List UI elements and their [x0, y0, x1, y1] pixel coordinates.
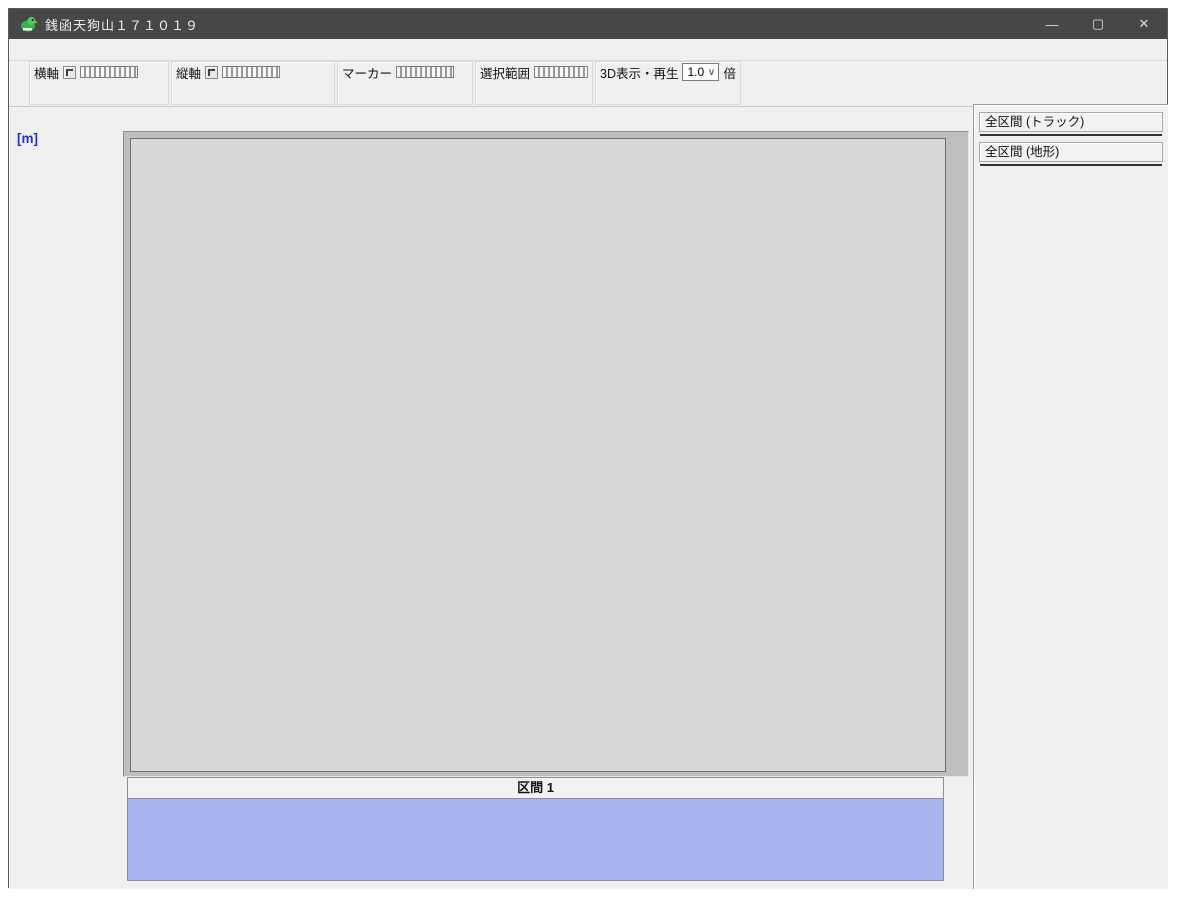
playback-speed-select[interactable]: 1.0 ∨: [682, 63, 719, 81]
close-button[interactable]: ✕: [1121, 9, 1167, 39]
toolbar-group-playback: 3D表示・再生 1.0 ∨ 倍: [595, 61, 741, 105]
stats-panel: 全区間 (トラック) 全区間 (地形): [973, 104, 1168, 889]
haxis-mini-button[interactable]: [63, 66, 76, 79]
stats-header-track: 全区間 (トラック): [979, 112, 1163, 132]
toolbar: 横軸 縦軸 マーカー 選択範囲: [9, 61, 1167, 107]
playback-speed-unit: 倍: [723, 63, 736, 82]
menu-bar: [9, 39, 1167, 61]
marker-slider[interactable]: [396, 66, 454, 78]
y-axis: [9, 131, 123, 781]
haxis-slider[interactable]: [80, 66, 138, 78]
elevation-plot[interactable]: [130, 138, 946, 772]
section-header: 区間 1: [127, 777, 944, 799]
toolbar-group-vaxis: 縦軸: [171, 61, 335, 105]
app-window: 銭函天狗山１７１０１９ — ▢ ✕ 横軸 縦軸 マーカ: [8, 8, 1168, 888]
plot-frame: [123, 131, 969, 777]
haxis-label: 横軸: [34, 63, 59, 82]
vaxis-label: 縦軸: [176, 63, 201, 82]
chart-area: [m] 区間 1 全区間 (トラック) 全区間 (地形): [9, 107, 1167, 889]
playback-speed-value: 1.0: [683, 65, 704, 79]
window-title: 銭函天狗山１７１０１９: [45, 15, 199, 34]
vaxis-mini-button[interactable]: [205, 66, 218, 79]
section-panel: 区間 1: [9, 777, 969, 887]
playback-label: 3D表示・再生: [600, 63, 678, 82]
stats-table-track: [980, 134, 1162, 136]
stats-header-terrain: 全区間 (地形): [979, 142, 1163, 162]
toolbar-group-marker: マーカー: [337, 61, 473, 105]
app-icon: [19, 15, 37, 33]
marker-label: マーカー: [342, 63, 392, 82]
stats-table-terrain: [980, 164, 1162, 166]
maximize-button[interactable]: ▢: [1075, 9, 1121, 39]
toolbar-group-haxis: 横軸: [29, 61, 169, 105]
chevron-down-icon: ∨: [704, 67, 718, 78]
selection-slider[interactable]: [534, 66, 588, 78]
toolbar-group-selection: 選択範囲: [475, 61, 593, 105]
minimize-button[interactable]: —: [1029, 9, 1075, 39]
selection-label: 選択範囲: [480, 63, 530, 82]
x-axis: [129, 107, 989, 131]
vaxis-slider[interactable]: [222, 66, 280, 78]
section-values-box: [127, 799, 944, 881]
titlebar: 銭函天狗山１７１０１９ — ▢ ✕: [9, 9, 1167, 39]
